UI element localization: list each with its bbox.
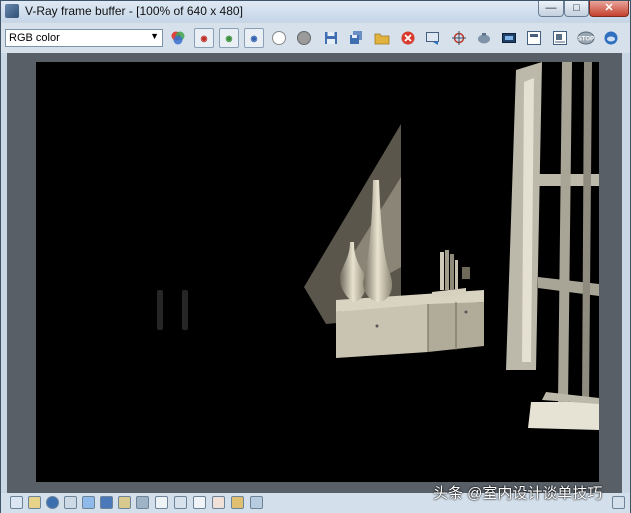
red-channel-icon: ◉ [200, 33, 208, 43]
close-icon: ✕ [604, 2, 614, 14]
resize-grip-icon[interactable] [612, 496, 625, 509]
red-channel-toggle[interactable]: ◉ [194, 28, 214, 48]
floppy-disk-icon [325, 32, 337, 44]
region-frame-icon [502, 33, 516, 43]
render-button[interactable] [601, 28, 621, 48]
stop-render-button[interactable]: STOP [576, 28, 596, 48]
rgb-circles-icon [171, 31, 185, 45]
render-teapot-icon [604, 31, 618, 45]
load-image-button[interactable] [372, 28, 392, 48]
channel-dropdown[interactable]: RGB color ▼ [5, 29, 163, 47]
close-button[interactable]: ✕ [589, 1, 629, 17]
render-scene [36, 62, 599, 482]
maximize-icon: □ [573, 2, 580, 14]
stop-icon: STOP [577, 31, 595, 45]
gray-circle-icon [297, 31, 311, 45]
notes-icon[interactable] [28, 496, 41, 509]
monitor-arrow-icon [426, 32, 439, 45]
levels-icon[interactable] [231, 496, 244, 509]
green-channel-icon: ◉ [225, 33, 233, 43]
teapot-icon [478, 33, 490, 44]
show-render-region-button[interactable] [499, 28, 519, 48]
compare-icon[interactable] [155, 496, 168, 509]
save-image-button[interactable] [321, 28, 341, 48]
green-channel-toggle[interactable]: ◉ [219, 28, 239, 48]
pixel-info-button[interactable] [524, 28, 544, 48]
clear-image-button[interactable] [398, 28, 418, 48]
curves-icon[interactable] [250, 496, 263, 509]
blue-channel-toggle[interactable]: ◉ [244, 28, 264, 48]
color-channels-button[interactable] [168, 28, 188, 48]
window-title: V-Ray frame buffer - [100% of 640 x 480] [25, 4, 243, 18]
track-mouse-button[interactable] [449, 28, 469, 48]
history-icon[interactable] [10, 496, 23, 509]
white-circle-icon [272, 31, 286, 45]
gear-icon[interactable] [136, 496, 149, 509]
save-all-channels-button[interactable] [346, 28, 366, 48]
folder-icon [374, 33, 390, 45]
swap-icon[interactable] [212, 496, 225, 509]
lut-icon[interactable] [82, 496, 95, 509]
zoom-icon[interactable] [174, 496, 187, 509]
frame-viewport[interactable] [7, 53, 622, 493]
multiple-disks-icon [350, 31, 362, 44]
histogram-icon[interactable] [100, 496, 113, 509]
minimize-icon: — [545, 2, 557, 14]
rendered-image [36, 62, 599, 482]
maximize-button[interactable]: □ [564, 1, 589, 17]
region-render-button[interactable] [474, 28, 494, 48]
color-correction-button[interactable] [550, 28, 570, 48]
vray-app-icon [5, 4, 19, 18]
clear-x-icon [401, 31, 415, 45]
svg-text:STOP: STOP [578, 37, 594, 43]
pencil-icon[interactable] [118, 496, 131, 509]
h-split-icon[interactable] [193, 496, 206, 509]
title-bar[interactable]: V-Ray frame buffer - [100% of 640 x 480]… [1, 1, 630, 21]
info-icon[interactable] [46, 496, 59, 509]
crosshair-icon [452, 31, 466, 45]
toolbar: RGB color ▼ ◉ ◉ ◉ STOP [1, 23, 630, 53]
watermark-text: 头条 @室内设计谈单技巧 [433, 485, 603, 502]
channel-dropdown-value: RGB color [9, 32, 60, 44]
monochrome-button[interactable] [294, 28, 314, 48]
minimize-button[interactable]: — [538, 1, 564, 17]
blue-channel-icon: ◉ [250, 33, 258, 43]
vray-frame-buffer-window: V-Ray frame buffer - [100% of 640 x 480]… [0, 0, 631, 513]
alpha-white-button[interactable] [269, 28, 289, 48]
levels-window-icon [553, 31, 567, 45]
chevron-down-icon: ▼ [150, 31, 159, 41]
info-window-icon [527, 31, 541, 45]
stamp-icon[interactable] [64, 496, 77, 509]
duplicate-to-max-fb-button[interactable] [423, 28, 443, 48]
